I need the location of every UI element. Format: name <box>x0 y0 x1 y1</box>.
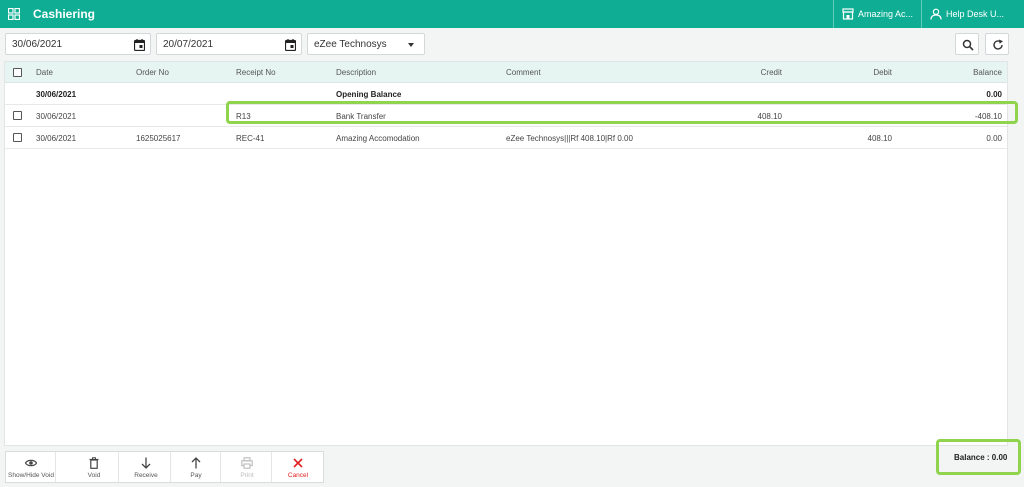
cell-date: 30/06/2021 <box>36 112 77 121</box>
row-highlight-box <box>226 101 1018 124</box>
to-date-field[interactable]: 20/07/2021 <box>156 33 302 55</box>
refresh-button[interactable] <box>985 33 1009 55</box>
search-icon <box>962 39 974 51</box>
void-button[interactable]: Void <box>69 452 119 482</box>
row-checkbox[interactable] <box>13 111 22 120</box>
cell-receipt-no: REC-41 <box>236 134 265 143</box>
print-label: Print <box>240 472 254 479</box>
column-header-balance[interactable]: Balance <box>902 68 1002 77</box>
hotel-name: Amazing Ac... <box>858 9 914 19</box>
column-header-comment[interactable]: Comment <box>506 68 541 77</box>
printer-icon <box>241 457 253 469</box>
refresh-icon <box>993 39 1003 50</box>
cell-description: Opening Balance <box>336 90 402 99</box>
calendar-icon[interactable] <box>285 39 296 51</box>
close-icon <box>293 458 303 468</box>
to-date-value: 20/07/2021 <box>163 39 214 50</box>
cell-description: Amazing Accomodation <box>336 134 420 143</box>
column-header-receipt-no[interactable]: Receipt No <box>236 68 276 77</box>
chevron-down-icon <box>408 43 414 47</box>
action-toolbar: Show/Hide Void Void Receive Pay Print Ca… <box>5 451 324 483</box>
void-label: Void <box>87 472 101 479</box>
user-name: Help Desk U... <box>946 9 1005 19</box>
pay-button[interactable]: Pay <box>171 452 221 482</box>
arrow-down-icon <box>141 457 151 469</box>
eye-icon <box>25 459 37 467</box>
cell-balance: 0.00 <box>986 90 1002 99</box>
account-select[interactable]: eZee Technosys <box>307 33 425 55</box>
calendar-icon[interactable] <box>134 39 145 51</box>
table-header: Date Order No Receipt No Description Com… <box>5 62 1007 83</box>
balance-total: Balance : 0.00 <box>954 453 1008 462</box>
table-row[interactable]: 30/06/2021 1625025617 REC-41 Amazing Acc… <box>5 127 1007 149</box>
column-header-date[interactable]: Date <box>36 68 53 77</box>
hotel-selector[interactable]: Amazing Ac... <box>833 0 921 28</box>
trash-icon <box>89 457 99 469</box>
column-header-debit[interactable]: Debit <box>792 68 892 77</box>
column-header-description[interactable]: Description <box>336 68 376 77</box>
from-date-value: 30/06/2021 <box>12 39 63 50</box>
column-header-order-no[interactable]: Order No <box>136 68 169 77</box>
pay-label: Pay <box>190 472 202 479</box>
top-bar: Cashiering Amazing Ac... Help Desk U... <box>0 0 1024 28</box>
row-checkbox[interactable] <box>13 133 22 142</box>
user-icon <box>930 8 942 20</box>
page-title: Cashiering <box>33 7 96 21</box>
cell-date: 30/06/2021 <box>36 134 77 143</box>
arrow-up-icon <box>191 457 201 469</box>
from-date-field[interactable]: 30/06/2021 <box>5 33 151 55</box>
receive-button[interactable]: Receive <box>121 452 171 482</box>
show-hide-void-label: Show/Hide Void <box>8 472 54 479</box>
receive-label: Receive <box>134 472 158 479</box>
cell-comment: eZee Technosys|||Rf 408.10|Rf 0.00 <box>506 134 633 143</box>
grid-menu-icon[interactable] <box>8 8 20 20</box>
cancel-button[interactable]: Cancel <box>273 452 323 482</box>
cell-order-no: 1625025617 <box>136 134 181 143</box>
cell-balance: 0.00 <box>986 134 1002 143</box>
column-header-credit[interactable]: Credit <box>682 68 782 77</box>
building-icon <box>842 8 854 20</box>
show-hide-void-button[interactable]: Show/Hide Void <box>6 452 56 482</box>
cell-date: 30/06/2021 <box>36 90 77 99</box>
cancel-label: Cancel <box>287 472 309 479</box>
account-select-value: eZee Technosys <box>314 39 387 50</box>
cell-debit: 408.10 <box>867 134 892 143</box>
print-button[interactable]: Print <box>222 452 272 482</box>
user-menu[interactable]: Help Desk U... <box>921 0 1024 28</box>
search-button[interactable] <box>955 33 979 55</box>
select-all-checkbox[interactable] <box>13 68 22 77</box>
